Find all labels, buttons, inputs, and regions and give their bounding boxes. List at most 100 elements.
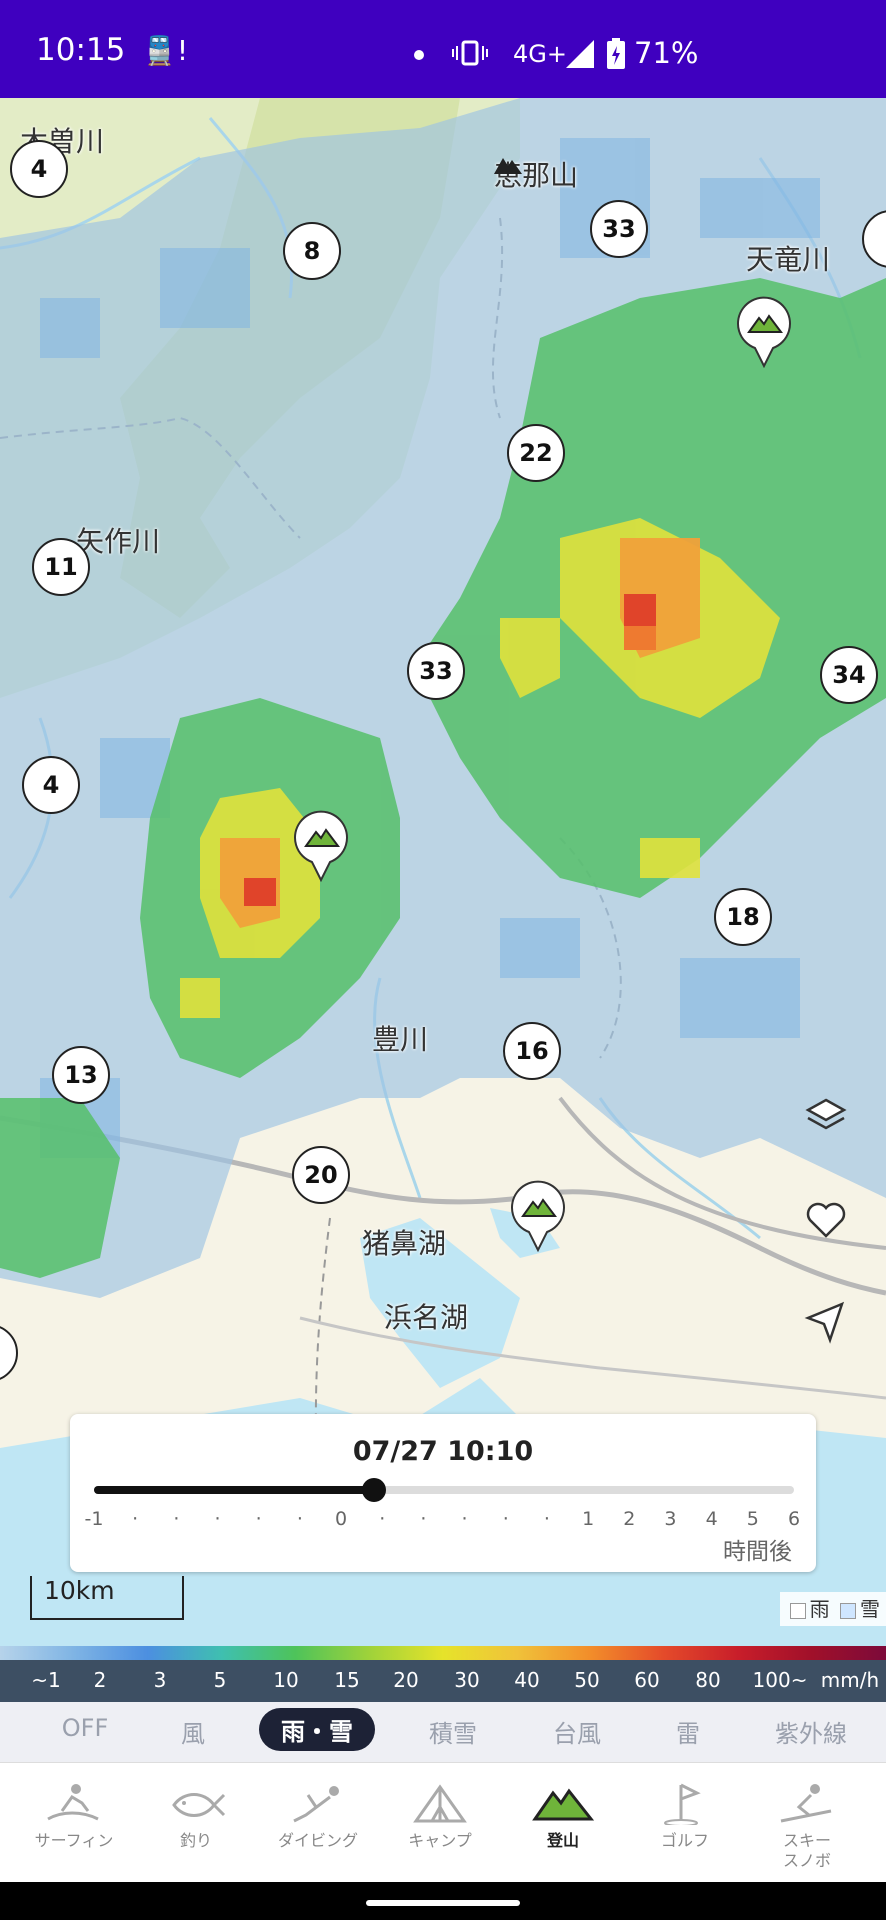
battery-icon (607, 38, 625, 69)
nav-item[interactable]: キャンプ (385, 1781, 495, 1851)
mountain-pin-icon[interactable] (292, 810, 350, 882)
slider-fill (94, 1486, 374, 1494)
scale-bar: 10km (30, 1576, 184, 1620)
slider-datetime: 07/27 10:10 (352, 1436, 534, 1467)
legend-value: 100~ (752, 1668, 808, 1692)
legend-value: 5 (213, 1668, 227, 1692)
bottom-nav: サーフィン 釣り ダイビング キャンプ 登山 ゴルフ スキー スノボ (0, 1762, 886, 1883)
notification-dot-icon (414, 50, 424, 60)
route-marker[interactable]: 13 (52, 1046, 110, 1104)
slider-tick: 5 (746, 1508, 759, 1530)
place-label: 矢作川 (76, 525, 161, 558)
route-marker[interactable]: 8 (283, 222, 341, 280)
slider-tick: · (132, 1508, 139, 1530)
legend-value: 3 (153, 1668, 167, 1692)
nav-item[interactable]: ダイビング (263, 1781, 373, 1851)
legend-value: mm/h (820, 1668, 880, 1692)
legend-value: 40 (514, 1668, 540, 1692)
slider-tick: · (296, 1508, 303, 1530)
slider-tick: · (461, 1508, 468, 1530)
legend-value: 10 (273, 1668, 299, 1692)
slider-tick: -1 (84, 1508, 104, 1530)
legend-value: 2 (93, 1668, 107, 1692)
nav-item[interactable]: 登山 (508, 1781, 618, 1851)
signal-icon (566, 40, 594, 68)
layer-tab[interactable]: OFF (62, 1714, 109, 1742)
mountain-icon (532, 1788, 595, 1821)
nav-item[interactable]: スキー スノボ (752, 1781, 862, 1871)
legend-value: 20 (393, 1668, 419, 1692)
route-marker[interactable]: 33 (407, 642, 465, 700)
route-marker[interactable]: 16 (503, 1022, 561, 1080)
home-indicator[interactable] (366, 1900, 520, 1906)
layer-tab[interactable]: 雷 (676, 1714, 700, 1749)
snow-swatch (840, 1602, 856, 1619)
nav-item[interactable]: 釣り (141, 1781, 251, 1851)
route-marker[interactable]: 4 (22, 756, 80, 814)
golf-icon (664, 1783, 701, 1825)
slider-ticks: -1 · · · · · 0 · · · · · 1 2 3 4 5 6 (85, 1508, 801, 1536)
time-slider-card: 07/27 10:10 -1 · · · · · 0 · · · · · 1 2 3 4 5 6 時間後 (70, 1414, 816, 1572)
layer-tabs: OFF 風 雨・雪 積雪 台風 雷 紫外線 (0, 1702, 886, 1762)
slider-tick: 6 (787, 1508, 801, 1530)
route-marker[interactable]: 18 (714, 888, 772, 946)
locate-icon[interactable] (802, 1298, 850, 1346)
slider-tick: · (379, 1508, 386, 1530)
time-slider[interactable] (94, 1478, 794, 1502)
surfing-icon (47, 1784, 99, 1821)
place-label: 猪鼻湖 (362, 1227, 447, 1260)
mountain-icon (494, 158, 522, 174)
layer-tab[interactable]: 雨・雪 (259, 1708, 375, 1751)
legend-value: 50 (574, 1668, 600, 1692)
legend-value: 60 (634, 1668, 660, 1692)
slider-knob[interactable] (362, 1478, 386, 1502)
slider-tick: · (543, 1508, 550, 1530)
route-marker[interactable]: 22 (507, 424, 565, 482)
slider-tick: 2 (623, 1508, 636, 1530)
nav-label: キャンプ (408, 1831, 472, 1850)
route-marker[interactable]: 33 (590, 200, 648, 258)
favorite-icon[interactable] (802, 1196, 850, 1244)
legend-value: 80 (695, 1668, 721, 1692)
vibrate-icon (452, 40, 488, 66)
mountain-pin-icon[interactable] (735, 296, 793, 368)
place-label: 豊川 (372, 1023, 429, 1056)
slider-tick: · (502, 1508, 509, 1530)
layer-tab[interactable]: 風 (181, 1714, 205, 1749)
camping-icon (413, 1784, 467, 1823)
route-marker[interactable]: 20 (292, 1146, 350, 1204)
slider-tick: 0 (335, 1508, 348, 1530)
status-time: 10:15 (36, 32, 126, 68)
route-marker[interactable]: 34 (820, 646, 878, 704)
slider-tick: 3 (664, 1508, 677, 1530)
diving-icon (293, 1786, 339, 1823)
status-bar: 10:15 🚆! 4G+ 71% (0, 0, 886, 98)
train-alert-icon: 🚆! (142, 34, 189, 67)
precip-colorbar (0, 1646, 886, 1660)
nav-item[interactable]: ゴルフ (630, 1781, 740, 1851)
nav-label: スキー スノボ (782, 1831, 831, 1870)
layer-tab[interactable]: 紫外線 (775, 1714, 847, 1749)
battery-percent: 71% (634, 36, 699, 70)
place-label: 天竜川 (746, 243, 831, 276)
nav-label: ゴルフ (660, 1831, 709, 1850)
layers-icon[interactable] (802, 1094, 850, 1142)
rain-snow-legend: 雨 雪 (779, 1592, 886, 1626)
route-marker[interactable]: 11 (32, 538, 90, 596)
slider-suffix: 時間後 (723, 1539, 792, 1565)
layer-tab[interactable]: 台風 (553, 1714, 601, 1749)
place-label-mountain: 恵那山 (494, 154, 578, 194)
nav-label: 登山 (546, 1831, 579, 1850)
layer-tab[interactable]: 積雪 (429, 1714, 477, 1749)
route-marker[interactable]: 4 (10, 140, 68, 198)
nav-label: サーフィン (34, 1831, 114, 1850)
precip-legend: ~1 2 3 5 10 15 20 30 40 50 60 80 100~ mm/h (0, 1660, 886, 1702)
nav-item[interactable]: サーフィン (19, 1781, 129, 1851)
rain-swatch (789, 1602, 806, 1619)
fishing-icon (172, 1793, 226, 1817)
legend-value: 15 (334, 1668, 360, 1692)
slider-tick: 4 (705, 1508, 718, 1530)
slider-tick: · (214, 1508, 221, 1530)
mountain-pin-icon[interactable] (509, 1180, 567, 1252)
place-label: 浜名湖 (384, 1301, 469, 1334)
